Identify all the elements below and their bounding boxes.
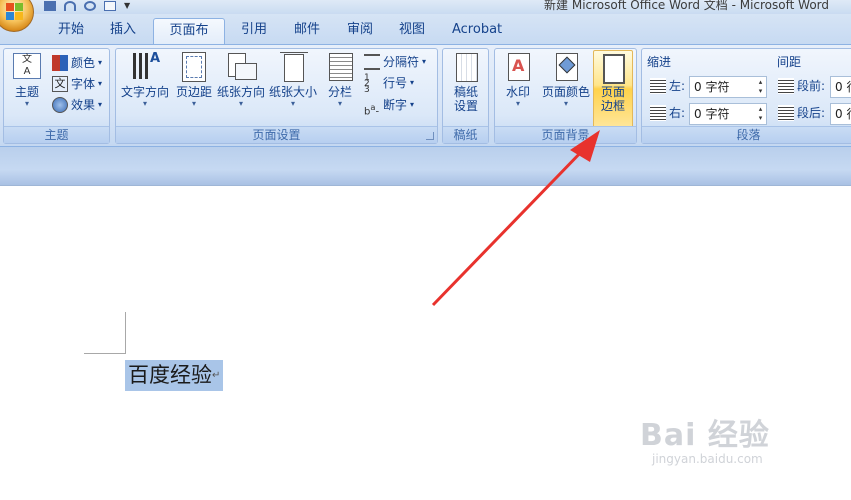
- arrow-shaft: [431, 146, 587, 307]
- annotation-arrow: [431, 130, 600, 307]
- office-logo-icon: [6, 3, 24, 21]
